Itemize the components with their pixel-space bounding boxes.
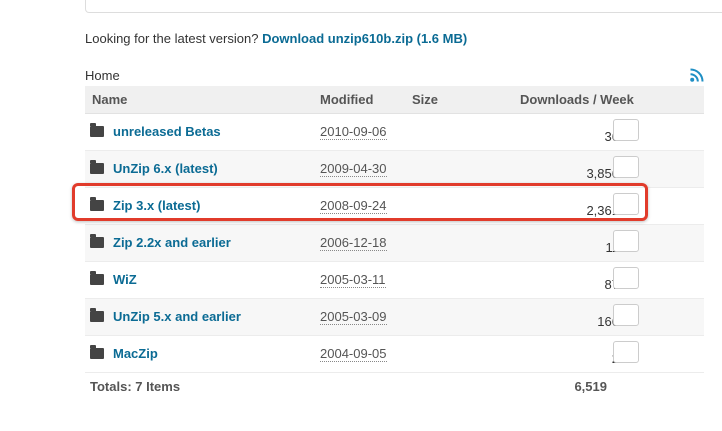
table-row[interactable]: WiZ 2005-03-11 87 [85,261,704,299]
modified-date: 2004-09-05 [320,346,387,362]
folder-link[interactable]: UnZip 5.x and earlier [113,309,241,324]
size-cell [412,335,472,373]
modified-cell: 2009-04-30 [320,150,412,188]
size-cell [412,150,472,188]
folder-icon [90,271,104,285]
files-table: Name Modified Size Downloads / Week unre… [85,86,704,400]
table-header-row: Name Modified Size Downloads / Week [85,86,704,114]
table-row[interactable]: UnZip 6.x (latest) 2009-04-30 3,856 [85,150,704,188]
downloads-cell: 3,856 [472,150,704,188]
previous-section-box [85,0,722,13]
totals-row: Totals: 7 Items 6,519 [85,372,704,400]
totals-downloads: 6,519 [574,378,607,394]
size-cell [412,113,472,151]
downloads-chart-box[interactable] [613,229,639,252]
totals-label: Totals: 7 Items [90,378,181,394]
modified-cell: 2006-12-18 [320,224,412,262]
downloads-chart-box[interactable] [613,266,639,289]
folder-icon [90,123,104,137]
latest-version-line: Looking for the latest version? Download… [85,31,467,46]
name-cell: MacZip [85,335,320,373]
name-cell: UnZip 6.x (latest) [85,150,320,188]
modified-date: 2006-12-18 [320,235,387,251]
folder-link[interactable]: MacZip [113,346,158,361]
modified-cell: 2004-09-05 [320,335,412,373]
modified-date: 2005-03-09 [320,309,387,325]
header-downloads[interactable]: Downloads / Week [472,86,704,114]
folder-link[interactable]: UnZip 6.x (latest) [113,161,218,176]
folder-icon [90,234,104,248]
downloads-cell: 36 [472,113,704,151]
modified-cell: 2010-09-06 [320,113,412,151]
breadcrumb-home[interactable]: Home [85,68,120,83]
table-row[interactable]: unreleased Betas 2010-09-06 36 [85,113,704,151]
size-cell [412,224,472,262]
modified-date: 2005-03-11 [320,272,386,288]
table-row[interactable]: UnZip 5.x and earlier 2005-03-09 166 [85,298,704,336]
downloads-chart-box[interactable] [613,340,639,363]
name-cell: Zip 2.2x and earlier [85,224,320,262]
downloads-chart-box[interactable] [613,303,639,326]
downloads-chart-box[interactable] [613,118,639,141]
folder-link[interactable]: unreleased Betas [113,124,221,139]
modified-date: 2009-04-30 [320,161,387,177]
size-cell [412,261,472,299]
header-modified[interactable]: Modified [320,86,412,114]
name-cell: UnZip 5.x and earlier [85,298,320,336]
downloads-cell: 2 [472,335,704,373]
table-row[interactable]: MacZip 2004-09-05 2 [85,335,704,373]
modified-cell: 2005-03-09 [320,298,412,336]
folder-icon [90,345,104,359]
downloads-cell: 11 [472,224,704,262]
downloads-cell: 166 [472,298,704,336]
folder-icon [90,160,104,174]
highlight-box [72,183,648,221]
download-latest-link[interactable]: Download unzip610b.zip (1.6 MB) [262,31,467,46]
name-cell: unreleased Betas [85,113,320,151]
folder-link[interactable]: Zip 2.2x and earlier [113,235,231,250]
header-name[interactable]: Name [85,86,320,114]
rss-icon[interactable] [690,68,704,82]
header-size[interactable]: Size [412,86,472,114]
size-cell [412,298,472,336]
table-row[interactable]: Zip 2.2x and earlier 2006-12-18 11 [85,224,704,262]
folder-link[interactable]: WiZ [113,272,137,287]
modified-date: 2010-09-06 [320,124,387,140]
modified-cell: 2005-03-11 [320,261,412,299]
folder-icon [90,308,104,322]
downloads-chart-box[interactable] [613,155,639,178]
name-cell: WiZ [85,261,320,299]
downloads-cell: 87 [472,261,704,299]
latest-version-prefix: Looking for the latest version? [85,31,259,46]
